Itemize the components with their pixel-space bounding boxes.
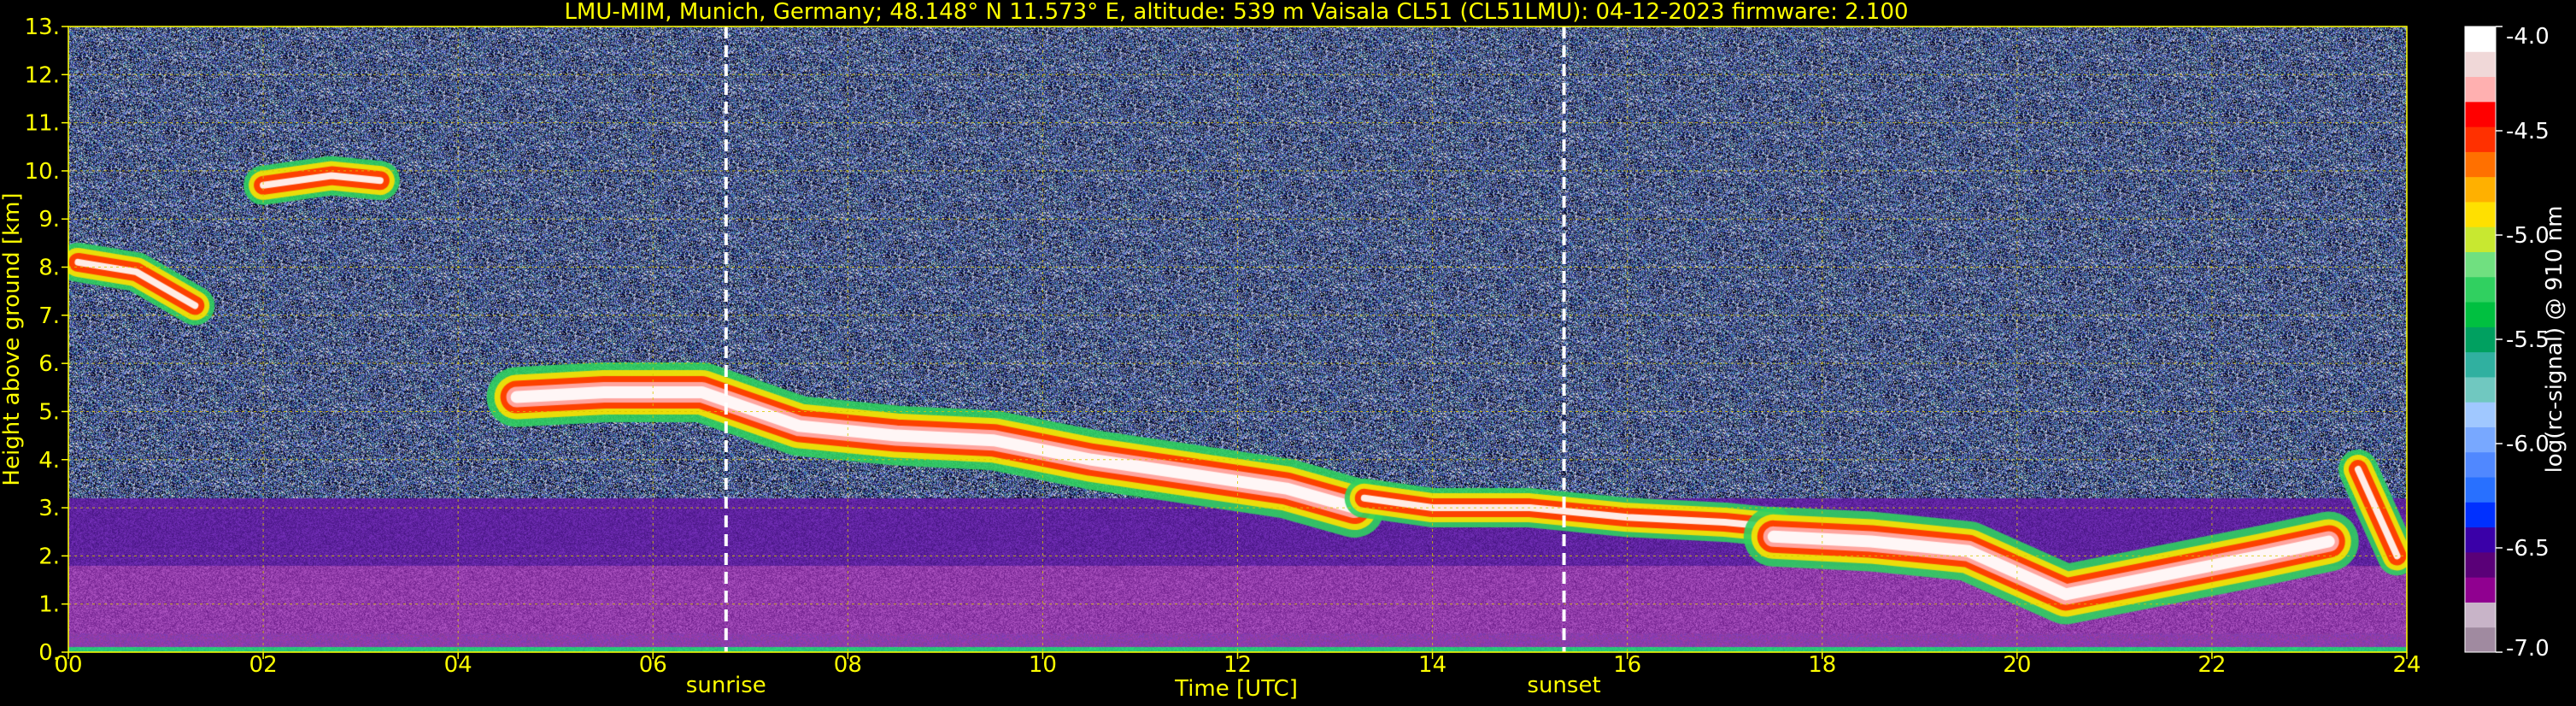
y-tick-label: 9. (38, 207, 60, 232)
x-tick-label: 06 (639, 652, 667, 678)
y-tick-label: 2. (38, 544, 60, 569)
colorbar-segment (2465, 477, 2496, 503)
colorbar-segment (2465, 427, 2496, 453)
ceilometer-figure: sunrise sunset 00 02 04 06 08 10 12 14 16 18 20 22 24… (0, 0, 2576, 706)
x-tick-label: 24 (2392, 652, 2421, 678)
y-tick-label: 3. (38, 496, 60, 521)
x-tick-label: 14 (1418, 652, 1446, 678)
colorbar-tick-label: -4.0 (2506, 24, 2550, 50)
colorbar-segment (2465, 327, 2496, 353)
colorbar-tick-label: -7.0 (2506, 636, 2550, 662)
colorbar-segment (2465, 602, 2496, 628)
y-tick-label: 10. (25, 159, 60, 185)
event-lines: sunrise sunset (686, 26, 1601, 698)
colorbar-label: log(rc-signal) @ 910 nm (2542, 206, 2567, 474)
x-axis-ticks: 00 02 04 06 08 10 12 14 16 18 20 22 24 (54, 652, 2421, 678)
x-tick-label: 16 (1613, 652, 1641, 678)
y-axis-label: Height above ground [km] (0, 192, 25, 485)
y-tick-label: 8. (38, 256, 60, 281)
colorbar-segment (2465, 502, 2496, 528)
colorbar-segment (2465, 551, 2496, 578)
y-tick-label: 12. (25, 62, 60, 88)
colorbar-segment (2465, 577, 2496, 603)
chart-title: LMU-MIM, Munich, Germany; 48.148° N 11.5… (564, 0, 1908, 25)
x-tick-label: 20 (2003, 652, 2031, 678)
x-tick-label: 12 (1223, 652, 1252, 678)
y-tick-label: 1. (38, 592, 60, 618)
x-tick-label: 02 (249, 652, 278, 678)
x-axis-label: Time [UTC] (1174, 676, 1298, 702)
y-tick-label: 4. (38, 448, 60, 474)
colorbar-segment (2465, 176, 2496, 203)
colorbar-segment (2465, 76, 2496, 103)
chart-overlay: sunrise sunset 00 02 04 06 08 10 12 14 16 18 20 22 24… (0, 0, 2567, 702)
x-tick-label: 18 (1808, 652, 1836, 678)
colorbar-segment (2465, 201, 2496, 227)
colorbar-segment (2465, 451, 2496, 478)
y-tick-label: 7. (38, 303, 60, 329)
colorbar-segment (2465, 527, 2496, 553)
colorbar (2464, 26, 2497, 653)
x-tick-label: 10 (1029, 652, 1057, 678)
x-tick-label: 22 (2198, 652, 2226, 678)
y-tick-label: 11. (25, 111, 60, 137)
y-axis-ticks: 0. 1. 2. 3. 4. 5. 6. 7. 8. 9. 10. 11. 12. 13. (25, 15, 68, 666)
y-tick-label: 13. (25, 15, 60, 40)
colorbar-segment (2465, 227, 2496, 253)
y-tick-label: 5. (38, 399, 60, 425)
colorbar-segment (2465, 101, 2496, 127)
x-tick-label: 08 (834, 652, 862, 678)
colorbar-segment (2465, 276, 2496, 303)
x-tick-label: 04 (444, 652, 472, 678)
y-tick-label: 0. (38, 640, 60, 666)
colorbar-segment (2465, 302, 2496, 327)
colorbar-segment (2465, 402, 2496, 427)
colorbar-segment (2465, 151, 2496, 178)
colorbar-segment (2465, 627, 2496, 653)
colorbar-segment (2465, 26, 2496, 52)
colorbar-segment (2465, 51, 2496, 78)
colorbar-tick-label: -4.5 (2506, 119, 2550, 144)
y-tick-label: 6. (38, 351, 60, 377)
colorbar-tick-label: -6.5 (2506, 536, 2550, 562)
colorbar-segment (2465, 126, 2496, 152)
colorbar-segment (2465, 251, 2496, 278)
grid-lines (67, 26, 2408, 653)
event-label-sunset: sunset (1527, 673, 1600, 698)
colorbar-segment (2465, 376, 2496, 403)
colorbar-segment (2465, 351, 2496, 378)
event-label-sunrise: sunrise (686, 673, 766, 698)
